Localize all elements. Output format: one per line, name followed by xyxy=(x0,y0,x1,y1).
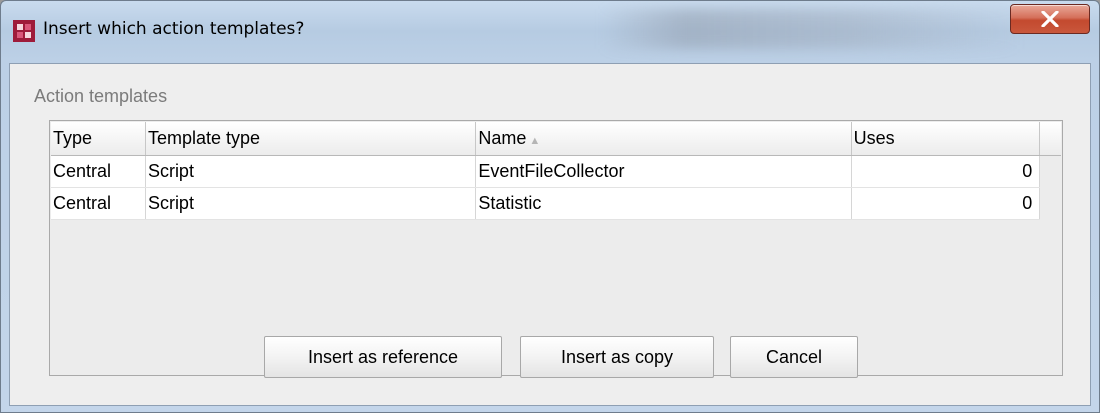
dialog-title: Insert which action templates? xyxy=(43,19,305,39)
column-header-name[interactable]: Name ▲ xyxy=(475,122,852,156)
column-header-template-type[interactable]: Template type xyxy=(145,122,477,156)
cell-filler xyxy=(1039,187,1061,220)
templates-table: Type Template type Name ▲ Uses Central Sc… xyxy=(51,122,1061,220)
cell-template-type: Script xyxy=(145,155,477,188)
table-row[interactable]: Central Script Statistic 0 xyxy=(51,187,1061,220)
app-logo-icon xyxy=(13,20,35,42)
cell-filler xyxy=(1039,155,1061,188)
sort-ascending-icon: ▲ xyxy=(529,135,541,147)
column-header-type[interactable]: Type xyxy=(51,122,146,156)
column-header-uses[interactable]: Uses xyxy=(851,122,1041,156)
table-row[interactable]: Central Script EventFileCollector 0 xyxy=(51,155,1061,188)
close-button[interactable] xyxy=(1010,4,1090,34)
cell-type: Central xyxy=(51,187,146,220)
dialog-content: Action templates Type Template type Name… xyxy=(9,63,1091,406)
column-header-filler xyxy=(1039,122,1061,156)
cell-name: Statistic xyxy=(475,187,852,220)
cancel-button[interactable]: Cancel xyxy=(730,336,858,378)
insert-as-reference-button[interactable]: Insert as reference xyxy=(264,336,502,378)
cell-type: Central xyxy=(51,155,146,188)
cell-uses: 0 xyxy=(851,187,1041,220)
dialog-window: Insert which action templates? Action te… xyxy=(0,0,1100,413)
background-blur xyxy=(601,9,1021,49)
cell-template-type: Script xyxy=(145,187,477,220)
cell-uses: 0 xyxy=(851,155,1041,188)
button-bar: Insert as reference Insert as copy Cance… xyxy=(10,336,1092,380)
section-label: Action templates xyxy=(34,86,168,106)
title-bar[interactable]: Insert which action templates? xyxy=(1,1,1099,63)
cell-name: EventFileCollector xyxy=(475,155,852,188)
insert-as-copy-button[interactable]: Insert as copy xyxy=(520,336,714,378)
table-header-row: Type Template type Name ▲ Uses xyxy=(51,122,1061,156)
close-icon xyxy=(1041,11,1059,27)
